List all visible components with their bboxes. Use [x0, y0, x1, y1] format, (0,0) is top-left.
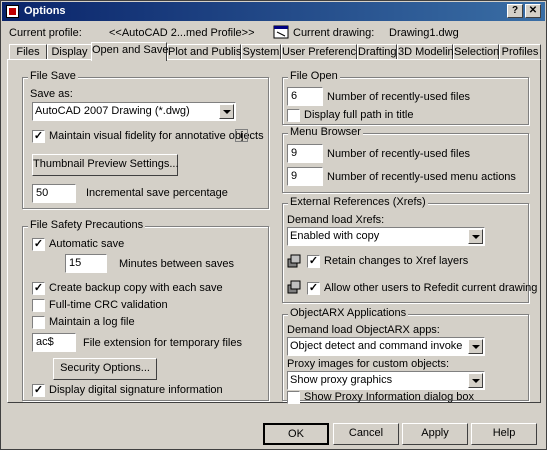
proxy-images-value: Show proxy graphics — [290, 374, 393, 386]
retain-xref-changes-checkbox[interactable]: ✓ — [307, 255, 320, 268]
file-save-title: File Save — [28, 70, 78, 82]
tab-selection[interactable]: Selection — [453, 44, 499, 60]
crc-validation-checkbox[interactable] — [32, 299, 45, 312]
save-as-dropdown[interactable]: AutoCAD 2007 Drawing (*.dwg) — [32, 102, 236, 121]
ok-button[interactable]: OK — [263, 423, 329, 445]
current-drawing-value: Drawing1.dwg — [389, 27, 459, 39]
objectarx-group: ObjectARX Applications Demand load Objec… — [282, 307, 529, 404]
menu-recent-actions-input[interactable]: 9 — [287, 167, 323, 186]
file-safety-group: File Safety Precautions ✓ Automatic save… — [22, 219, 269, 401]
full-path-checkbox[interactable] — [287, 109, 300, 122]
options-dialog: Options ? ✕ Current profile: <<AutoCAD 2… — [0, 0, 547, 450]
current-profile-label: Current profile: — [9, 27, 82, 39]
demand-load-arx-value: Object detect and command invoke — [290, 340, 463, 352]
current-drawing-label: Current drawing: — [293, 27, 375, 39]
temp-extension-label: File extension for temporary files — [83, 337, 242, 349]
apply-button[interactable]: Apply — [402, 423, 468, 445]
chevron-down-icon[interactable] — [468, 339, 483, 354]
demand-load-xrefs-value: Enabled with copy — [290, 230, 380, 242]
chevron-down-icon[interactable] — [468, 229, 483, 244]
log-file-label: Maintain a log file — [49, 316, 135, 328]
file-open-title: File Open — [288, 70, 340, 82]
current-profile-value: <<AutoCAD 2...med Profile>> — [109, 27, 255, 39]
tab-3d-modeling[interactable]: 3D Modeling — [397, 44, 460, 60]
demand-load-arx-dropdown[interactable]: Object detect and command invoke — [287, 337, 485, 356]
backup-copy-label: Create backup copy with each save — [49, 282, 223, 294]
tab-plot-and-publish[interactable]: Plot and Publish — [167, 44, 248, 60]
menu-browser-title: Menu Browser — [288, 126, 363, 138]
proxy-images-label: Proxy images for custom objects: — [287, 358, 450, 370]
digital-signature-label: Display digital signature information — [49, 384, 223, 396]
drawing-icon — [273, 25, 289, 39]
tab-files[interactable]: Files — [9, 44, 47, 60]
allow-refedit-checkbox[interactable]: ✓ — [307, 282, 320, 295]
xref-layers-icon — [287, 254, 301, 268]
app-icon — [6, 5, 19, 18]
file-save-group: File Save Save as: AutoCAD 2007 Drawing … — [22, 70, 269, 209]
help-button[interactable]: Help — [471, 423, 537, 445]
open-and-save-panel: File Save Save as: AutoCAD 2007 Drawing … — [7, 59, 541, 404]
show-proxy-info-checkbox[interactable] — [287, 391, 300, 404]
refedit-icon — [287, 280, 301, 294]
menu-recent-files-input[interactable]: 9 — [287, 144, 323, 163]
minutes-between-saves-label: Minutes between saves — [119, 258, 234, 270]
menu-recent-actions-label: Number of recently-used menu actions — [327, 171, 516, 183]
security-options-button[interactable]: Security Options... — [53, 358, 157, 380]
full-path-label: Display full path in title — [304, 109, 414, 121]
retain-xref-changes-label: Retain changes to Xref layers — [324, 255, 469, 267]
proxy-images-dropdown[interactable]: Show proxy graphics — [287, 371, 485, 390]
file-open-group: File Open 6 Number of recently-used file… — [282, 70, 529, 125]
digital-signature-checkbox[interactable]: ✓ — [32, 384, 45, 397]
xrefs-group: External References (Xrefs) Demand load … — [282, 196, 537, 303]
crc-validation-label: Full-time CRC validation — [49, 299, 168, 311]
chevron-down-icon[interactable] — [468, 373, 483, 388]
tab-drafting[interactable]: Drafting — [357, 44, 397, 60]
save-as-value: AutoCAD 2007 Drawing (*.dwg) — [35, 105, 190, 117]
maintain-fidelity-checkbox[interactable]: ✓ — [32, 130, 45, 143]
maintain-fidelity-label: Maintain visual fidelity for annotative … — [49, 130, 264, 142]
title-bar[interactable]: Options ? ✕ — [2, 2, 545, 21]
tab-open-and-save[interactable]: Open and Save — [91, 42, 168, 61]
tab-display[interactable]: Display — [47, 44, 92, 60]
info-icon[interactable]: i — [235, 129, 248, 142]
demand-load-arx-label: Demand load ObjectARX apps: — [287, 324, 440, 336]
automatic-save-label: Automatic save — [49, 238, 125, 250]
chevron-down-icon[interactable] — [219, 104, 234, 119]
minutes-between-saves-input[interactable]: 15 — [65, 254, 107, 273]
tab-profiles[interactable]: Profiles — [499, 44, 541, 60]
incremental-save-input[interactable]: 50 — [32, 184, 76, 203]
menu-browser-group: Menu Browser 9 Number of recently-used f… — [282, 126, 529, 193]
incremental-save-label: Incremental save percentage — [86, 187, 228, 199]
file-safety-title: File Safety Precautions — [28, 219, 146, 231]
window-title: Options — [24, 5, 66, 17]
help-question-button[interactable]: ? — [507, 4, 523, 18]
demand-load-xrefs-label: Demand load Xrefs: — [287, 214, 385, 226]
tab-user-preferences[interactable]: User Preferences — [281, 44, 368, 60]
backup-copy-checkbox[interactable]: ✓ — [32, 282, 45, 295]
thumbnail-preview-settings-button[interactable]: Thumbnail Preview Settings... — [32, 154, 179, 176]
recent-files-label: Number of recently-used files — [327, 91, 471, 103]
xrefs-title: External References (Xrefs) — [288, 196, 428, 208]
demand-load-xrefs-dropdown[interactable]: Enabled with copy — [287, 227, 485, 246]
save-as-label: Save as: — [30, 88, 73, 100]
objectarx-title: ObjectARX Applications — [288, 307, 409, 319]
show-proxy-info-label: Show Proxy Information dialog box — [304, 391, 474, 403]
automatic-save-checkbox[interactable]: ✓ — [32, 238, 45, 251]
close-button[interactable]: ✕ — [525, 4, 541, 18]
tab-system[interactable]: System — [241, 44, 281, 60]
cancel-button[interactable]: Cancel — [333, 423, 399, 445]
menu-recent-files-label: Number of recently-used files — [327, 148, 471, 160]
log-file-checkbox[interactable] — [32, 316, 45, 329]
temp-extension-input[interactable]: ac$ — [32, 333, 76, 352]
recent-files-input[interactable]: 6 — [287, 87, 323, 106]
allow-refedit-label: Allow other users to Refedit current dra… — [324, 282, 538, 294]
